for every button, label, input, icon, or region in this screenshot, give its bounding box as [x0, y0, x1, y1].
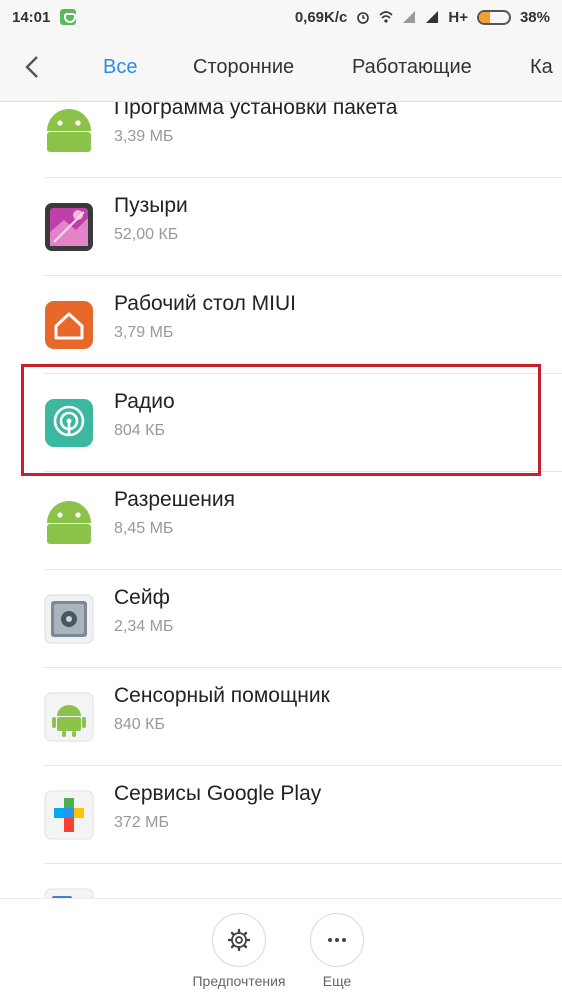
back-button[interactable] [18, 52, 48, 82]
list-item[interactable]: Сервисы Google Play 372 МБ [0, 766, 562, 864]
list-item[interactable]: Пузыри 52,00 КБ [0, 178, 562, 276]
list-item[interactable]: Программа установки пакета 3,39 МБ [0, 102, 562, 178]
app-name: Сенсорный помощник [114, 684, 330, 707]
app-name: Разрешения [114, 488, 235, 511]
chevron-left-icon [25, 56, 38, 78]
status-bar: 14:01 0,69K/c H+ 38% [0, 0, 562, 34]
google-play-services-icon [44, 790, 94, 840]
more-button[interactable] [310, 913, 364, 967]
tab-third-party[interactable]: Сторонние [193, 56, 294, 79]
safe-icon [44, 594, 94, 644]
more-label: Еще [322, 973, 352, 989]
app-icon [44, 888, 94, 898]
list-item-partial[interactable] [0, 864, 562, 898]
android-small-icon [44, 692, 94, 742]
more-icon [328, 938, 346, 942]
bottom-bar: Предпочтения Еще [0, 898, 562, 1000]
list-item[interactable]: Сейф 2,34 МБ [0, 570, 562, 668]
app-list: Программа установки пакета 3,39 МБ Пузыр… [0, 102, 562, 898]
app-size: 840 КБ [114, 716, 165, 733]
app-size: 3,79 МБ [114, 324, 174, 341]
message-icon [60, 9, 77, 25]
android-icon [47, 501, 91, 544]
tab-running[interactable]: Работающие [352, 56, 472, 79]
list-item[interactable]: Сенсорный помощник 840 КБ [0, 668, 562, 766]
list-item[interactable]: Разрешения 8,45 МБ [0, 472, 562, 570]
wifi-icon [379, 10, 393, 24]
gear-icon [227, 928, 251, 952]
app-size: 8,45 МБ [114, 520, 174, 537]
app-name: Программа установки пакета [114, 102, 398, 119]
android-icon [47, 109, 91, 152]
app-name: Пузыри [114, 194, 188, 217]
app-size: 3,39 МБ [114, 128, 174, 145]
tab-bar: Все Сторонние Работающие Ка [0, 34, 562, 102]
battery-percent: 38% [519, 8, 550, 26]
tab-cached[interactable]: Ка [530, 56, 553, 79]
status-time: 14:01 [12, 8, 51, 26]
bubbles-wallpaper-icon [45, 203, 93, 251]
app-size: 2,34 МБ [114, 618, 174, 635]
app-size: 372 МБ [114, 814, 169, 831]
preferences-button[interactable] [212, 913, 266, 967]
home-icon [45, 301, 93, 349]
battery-icon [476, 9, 511, 25]
app-name: Сервисы Google Play [114, 782, 322, 805]
tab-all[interactable]: Все [103, 56, 137, 79]
signal-icon-2 [425, 10, 439, 24]
highlight-box [21, 364, 541, 476]
app-size: 52,00 КБ [114, 226, 179, 243]
signal-icon [402, 10, 416, 24]
alarm-icon [356, 10, 370, 24]
app-name: Рабочий стол MIUI [114, 292, 296, 315]
network-speed: 0,69K/c [294, 8, 348, 26]
app-name: Сейф [114, 586, 170, 609]
list-item[interactable]: Рабочий стол MIUI 3,79 МБ [0, 276, 562, 374]
network-type: H+ [448, 8, 468, 26]
preferences-label: Предпочтения [192, 973, 286, 989]
battery-fill [478, 11, 491, 23]
